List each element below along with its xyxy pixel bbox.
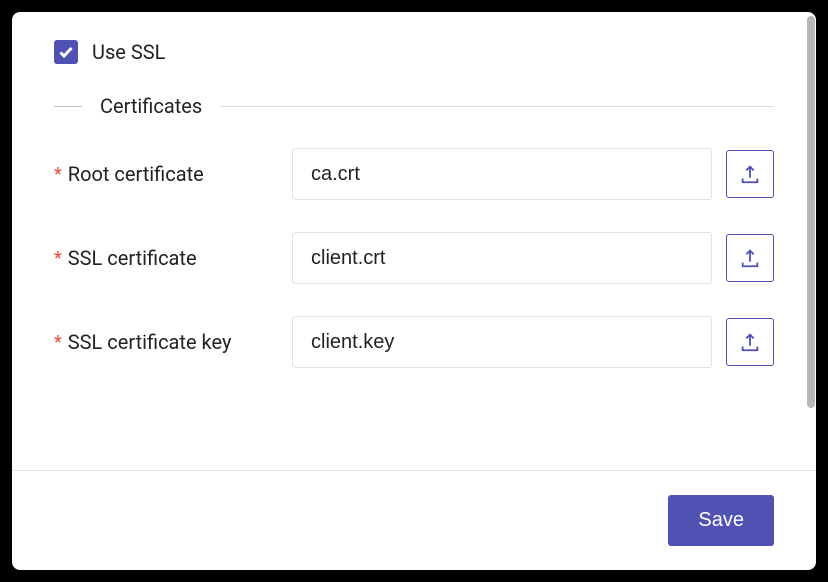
check-icon [58, 44, 74, 60]
ssl-key-label: * SSL certificate key [54, 330, 292, 354]
required-mark: * [54, 164, 62, 185]
ssl-cert-upload-button[interactable] [726, 234, 774, 282]
use-ssl-label: Use SSL [92, 40, 165, 64]
upload-icon [739, 247, 761, 269]
ssl-key-label-text: SSL certificate key [68, 330, 232, 354]
root-cert-input[interactable] [292, 148, 712, 200]
scrollbar-thumb[interactable] [807, 16, 815, 408]
ssl-cert-row: * SSL certificate [54, 232, 774, 284]
certificates-section-title: Certificates [82, 94, 220, 118]
required-mark: * [54, 332, 62, 353]
ssl-key-input[interactable] [292, 316, 712, 368]
root-cert-controls [292, 148, 774, 200]
ssl-cert-label-text: SSL certificate [68, 246, 197, 270]
window-frame: Use SSL Certificates * Root certificate [0, 0, 828, 582]
upload-icon [739, 331, 761, 353]
ssl-cert-controls [292, 232, 774, 284]
use-ssl-checkbox[interactable] [54, 40, 78, 64]
ssl-cert-input[interactable] [292, 232, 712, 284]
use-ssl-row: Use SSL [54, 40, 774, 64]
form-scroll-area: Use SSL Certificates * Root certificate [12, 12, 816, 470]
ssl-key-controls [292, 316, 774, 368]
ssl-cert-label: * SSL certificate [54, 246, 292, 270]
panel: Use SSL Certificates * Root certificate [12, 12, 816, 570]
ssl-key-upload-button[interactable] [726, 318, 774, 366]
required-mark: * [54, 248, 62, 269]
scrollbar-track [806, 12, 816, 470]
ssl-key-row: * SSL certificate key [54, 316, 774, 368]
divider-line [54, 106, 82, 107]
root-cert-upload-button[interactable] [726, 150, 774, 198]
root-cert-label-text: Root certificate [68, 162, 204, 186]
root-cert-label: * Root certificate [54, 162, 292, 186]
divider-line [220, 106, 774, 107]
root-cert-row: * Root certificate [54, 148, 774, 200]
footer: Save [12, 470, 816, 570]
certificates-section-divider: Certificates [54, 94, 774, 118]
upload-icon [739, 163, 761, 185]
save-button[interactable]: Save [668, 495, 774, 546]
